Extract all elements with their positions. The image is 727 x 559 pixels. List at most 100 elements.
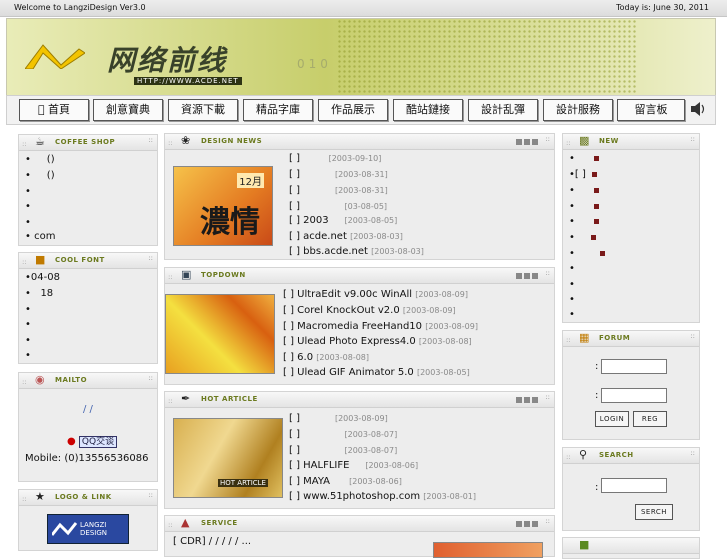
new-title: NEW [599,137,619,145]
nav-home-label: 首頁 [43,103,70,116]
list-item[interactable]: • [25,319,31,330]
search-label: : [595,482,599,493]
article-item[interactable]: [ ] HALFLIFE [2003-08-06] [289,460,418,471]
book-icon: ■ [35,253,46,266]
list-item[interactable]: • [25,217,31,228]
nav-guestbook[interactable]: 留言板 [617,99,685,121]
search-panel: :: ⚲ SEARCH :: : SERCH [562,447,700,531]
design-news-header: :: ❀ DESIGN NEWS :: [165,134,554,150]
service-line[interactable]: [ CDR] / / / / / ... [173,536,251,547]
topdown-thumbnail[interactable] [165,294,275,374]
list-item[interactable]: • [569,309,575,320]
speaker-icon[interactable] [689,101,707,117]
username-input[interactable] [601,359,667,374]
search-input[interactable] [601,478,667,493]
logo-link-header: :: ★ LOGO & LINK :: [19,490,157,506]
hot-article-thumb-label: HOT ARTICLE [218,479,268,487]
panel-window-controls[interactable] [514,138,538,148]
download-item[interactable]: [ ] UltraEdit v9.00c WinAll [2003-08-09] [283,289,468,300]
service-icon: ▲ [181,516,190,529]
langzi-logo-link[interactable]: LANGZI DESIGN [47,514,129,544]
article-item[interactable]: [ ] [2003-08-09] [289,413,388,424]
new-header: :: ▩ NEW :: [563,134,699,150]
list-item[interactable]: •04-08 [25,272,60,283]
register-button[interactable]: REG [633,411,667,427]
list-item[interactable]: • [569,248,606,259]
panel-window-controls[interactable] [514,272,538,282]
list-item[interactable]: • [569,263,575,274]
news-item[interactable]: [ ] [2003-09-10] [289,153,381,164]
article-item[interactable]: [ ] www.51photoshop.com [2003-08-01] [289,491,476,502]
main-nav:  首頁 創意寶典 資源下載 精品字庫 作品展示 酷站鏈接 設計乱彈 設計服務 … [6,95,716,125]
news-item[interactable]: [ ] [03-08-05] [289,201,387,212]
chevron-logo-icon[interactable] [25,39,85,69]
username-label: : [595,361,599,372]
nav-works[interactable]: 作品展示 [318,99,388,121]
news-item[interactable]: [ ] 2003 [2003-08-05] [289,215,397,226]
banner-dot-pattern [337,19,637,95]
list-item[interactable]: • [569,294,575,305]
banner-url[interactable]: HTTP://WWW.ACDE.NET [134,77,242,85]
langzi-logo-icon [52,522,78,536]
list-item[interactable]: • [569,153,599,164]
coffee-shop-title: COFFEE SHOP [55,138,116,146]
disk-icon: ▣ [181,268,192,281]
list-item[interactable]: • [25,186,31,197]
new-marker-icon [593,188,599,193]
mailto-links[interactable]: / / [83,404,93,415]
download-item[interactable]: [ ] Ulead GIF Animator 5.0 [2003-08-05] [283,367,470,378]
nav-services[interactable]: 設計服務 [543,99,613,121]
article-item[interactable]: [ ] MAYA [2003-08-06] [289,476,402,487]
list-item[interactable]: • [25,350,31,361]
nav-home[interactable]:  首頁 [19,99,89,121]
list-item[interactable]: • [25,201,31,212]
news-item[interactable]: [ ] acde.net [2003-08-03] [289,231,403,242]
list-item[interactable]: • [569,216,599,227]
service-thumbnail[interactable] [433,542,543,558]
news-item[interactable]: [ ] [2003-08-31] [289,169,388,180]
list-item[interactable]: • [25,304,31,315]
nav-cool-sites[interactable]: 酷站鏈接 [393,99,463,121]
list-item[interactable]: • [569,279,575,290]
login-button[interactable]: LOGIN [595,411,629,427]
qq-chat-button[interactable]: ● QQ交谈 [67,434,118,448]
list-item[interactable]: • 18 [25,288,53,299]
design-news-thumbnail[interactable]: 12月 濃情 [173,166,273,246]
new-marker-icon [590,235,596,240]
download-item[interactable]: [ ] Macromedia FreeHand10 [2003-08-09] [283,321,478,332]
mailto-panel: :: ◉ MAILTO :: / / ● QQ交谈 Mobile: (0)135… [18,372,158,482]
panel-window-controls[interactable] [514,396,538,406]
logo-link-title: LOGO & LINK [55,493,112,501]
list-item[interactable]: • [25,335,31,346]
nav-downloads[interactable]: 資源下載 [168,99,238,121]
new-panel: :: ▩ NEW :: • •[ ] • • • • • • • • • [562,133,700,323]
nav-creative[interactable]: 創意寶典 [93,99,163,121]
list-item[interactable]: • () [25,170,55,181]
news-item[interactable]: [ ] bbs.acde.net [2003-08-03] [289,246,424,257]
news-item[interactable]: [ ] [2003-08-31] [289,185,388,196]
list-item[interactable]: • com [25,231,55,242]
article-item[interactable]: [ ] [2003-08-07] [289,445,397,456]
design-news-panel: :: ❀ DESIGN NEWS :: 12月 濃情 [ ] [2003-09-… [164,133,555,260]
list-item[interactable]: • [569,201,599,212]
topdown-panel: :: ▣ TOPDOWN :: [ ] UltraEdit v9.00c Win… [164,267,555,385]
list-item[interactable]: • [569,232,596,243]
logo-link-panel: :: ★ LOGO & LINK :: LANGZI DESIGN [18,489,158,551]
panel-window-controls[interactable] [514,520,538,530]
topdown-header: :: ▣ TOPDOWN :: [165,268,554,284]
nav-design-talk[interactable]: 設計乱彈 [468,99,538,121]
list-item[interactable]: •[ ] [569,169,598,180]
hot-article-thumbnail[interactable]: HOT ARTICLE [173,418,283,498]
list-item[interactable]: • () [25,154,55,165]
password-input[interactable] [601,388,667,403]
mobile-number: Mobile: (0)13556536086 [25,453,149,464]
list-item[interactable]: • [569,185,599,196]
article-item[interactable]: [ ] [2003-08-07] [289,429,397,440]
nav-fonts[interactable]: 精品字庫 [243,99,313,121]
folder-icon: ▩ [579,134,590,147]
download-item[interactable]: [ ] Corel KnockOut v2.0 [2003-08-09] [283,305,456,316]
download-item[interactable]: [ ] 6.0 [2003-08-08] [283,352,369,363]
download-item[interactable]: [ ] Ulead Photo Express4.0 [2003-08-08] [283,336,472,347]
pen-icon: ✒ [181,392,191,405]
search-button[interactable]: SERCH [635,504,673,520]
